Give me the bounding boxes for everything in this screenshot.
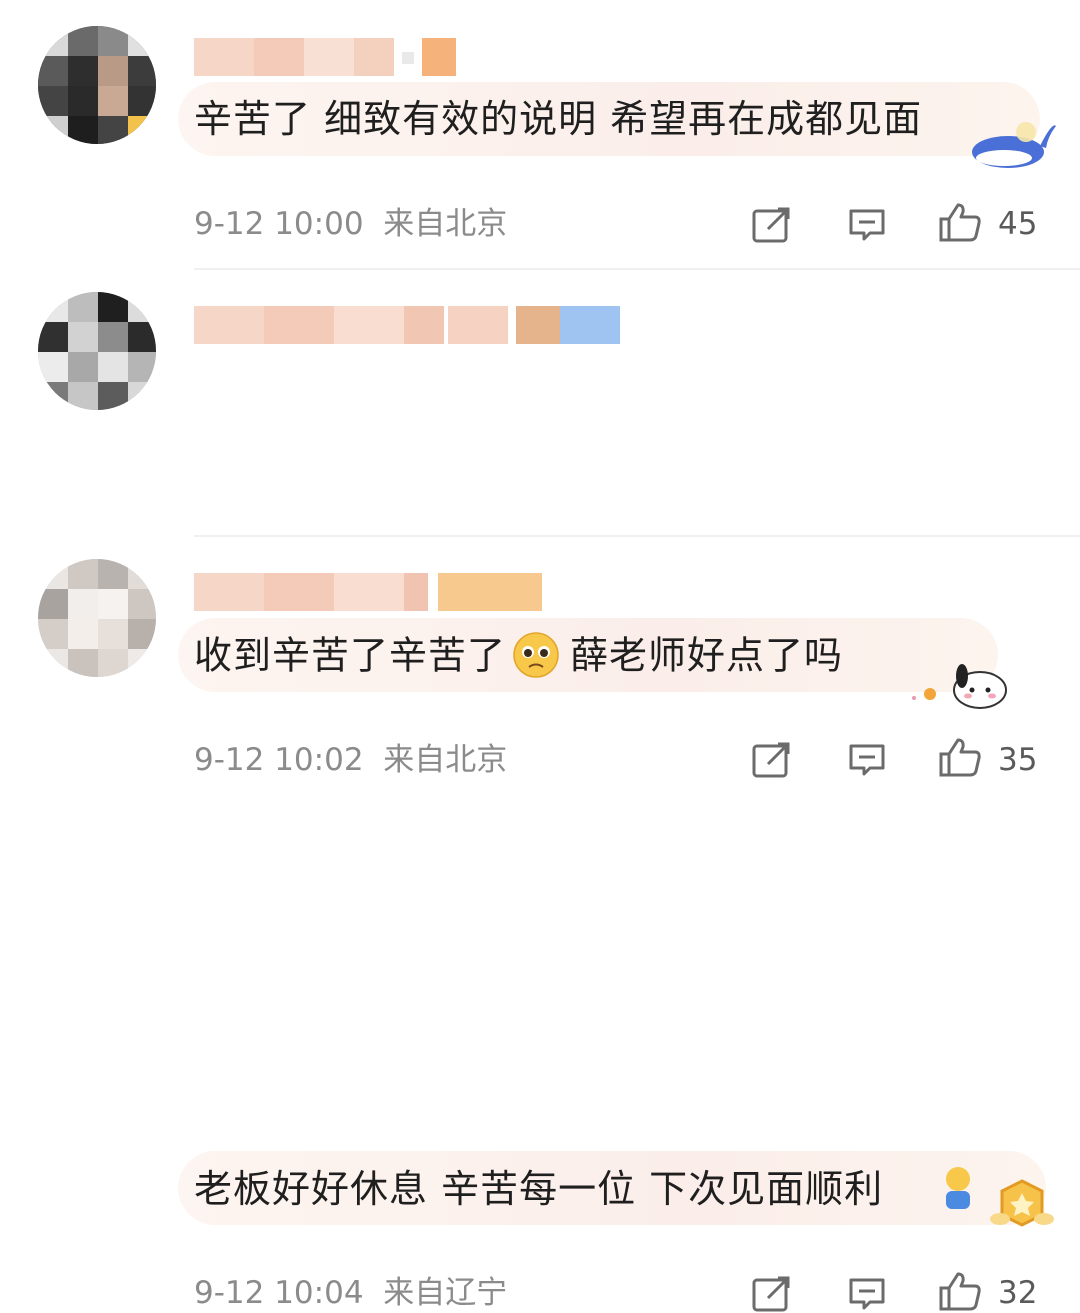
thumbs-up-icon[interactable] xyxy=(938,202,982,242)
avatar[interactable] xyxy=(38,292,156,410)
comment-text: 辛苦了 细致有效的说明 希望再在成都见面 xyxy=(194,97,923,141)
comment-location: 来自北京 xyxy=(383,742,508,778)
avatar[interactable] xyxy=(38,559,156,677)
puppy-decoration xyxy=(912,664,1007,709)
thumbs-up-icon[interactable] xyxy=(938,737,982,777)
comment-date: 9-12 10:04 xyxy=(194,1275,364,1311)
reply-icon[interactable] xyxy=(848,1277,886,1311)
comment-date: 9-12 10:02 xyxy=(194,742,364,778)
trophy-badge-decoration xyxy=(946,1167,1054,1227)
username-blurred[interactable] xyxy=(194,306,624,344)
thumbs-up-icon[interactable] xyxy=(938,1271,982,1311)
comment-meta: 9-12 10:00 来自北京 xyxy=(194,204,507,244)
username-blurred[interactable] xyxy=(194,38,456,76)
comment-divider xyxy=(194,268,1080,270)
avatar[interactable] xyxy=(38,26,156,144)
share-icon[interactable] xyxy=(752,742,792,778)
reply-icon[interactable] xyxy=(848,743,886,777)
comment-location: 来自辽宁 xyxy=(383,1275,508,1311)
comment-text-part: 收到辛苦了辛苦了 xyxy=(194,633,507,678)
pleading-face-emoji xyxy=(513,632,559,678)
like-count: 32 xyxy=(998,1275,1038,1311)
like-count: 35 xyxy=(998,742,1038,778)
comment-meta: 9-12 10:04 来自辽宁 xyxy=(194,1273,507,1313)
reply-icon[interactable] xyxy=(848,208,886,242)
comment-text: 老板好好休息 辛苦每一位 下次见面顺利 xyxy=(194,1167,884,1211)
comment-date: 9-12 10:00 xyxy=(194,206,364,242)
username-blurred[interactable] xyxy=(194,573,544,611)
comment-meta: 9-12 10:02 来自北京 xyxy=(194,740,507,780)
share-icon[interactable] xyxy=(752,207,792,243)
comment-location: 来自北京 xyxy=(383,206,508,242)
comment-text: 收到辛苦了辛苦了 薛老师好点了吗 xyxy=(194,631,843,685)
comment-text-part: 薛老师好点了吗 xyxy=(570,633,844,678)
like-count: 45 xyxy=(998,206,1038,242)
whale-decoration xyxy=(972,122,1056,168)
comment-divider xyxy=(194,535,1080,537)
share-icon[interactable] xyxy=(752,1276,792,1312)
